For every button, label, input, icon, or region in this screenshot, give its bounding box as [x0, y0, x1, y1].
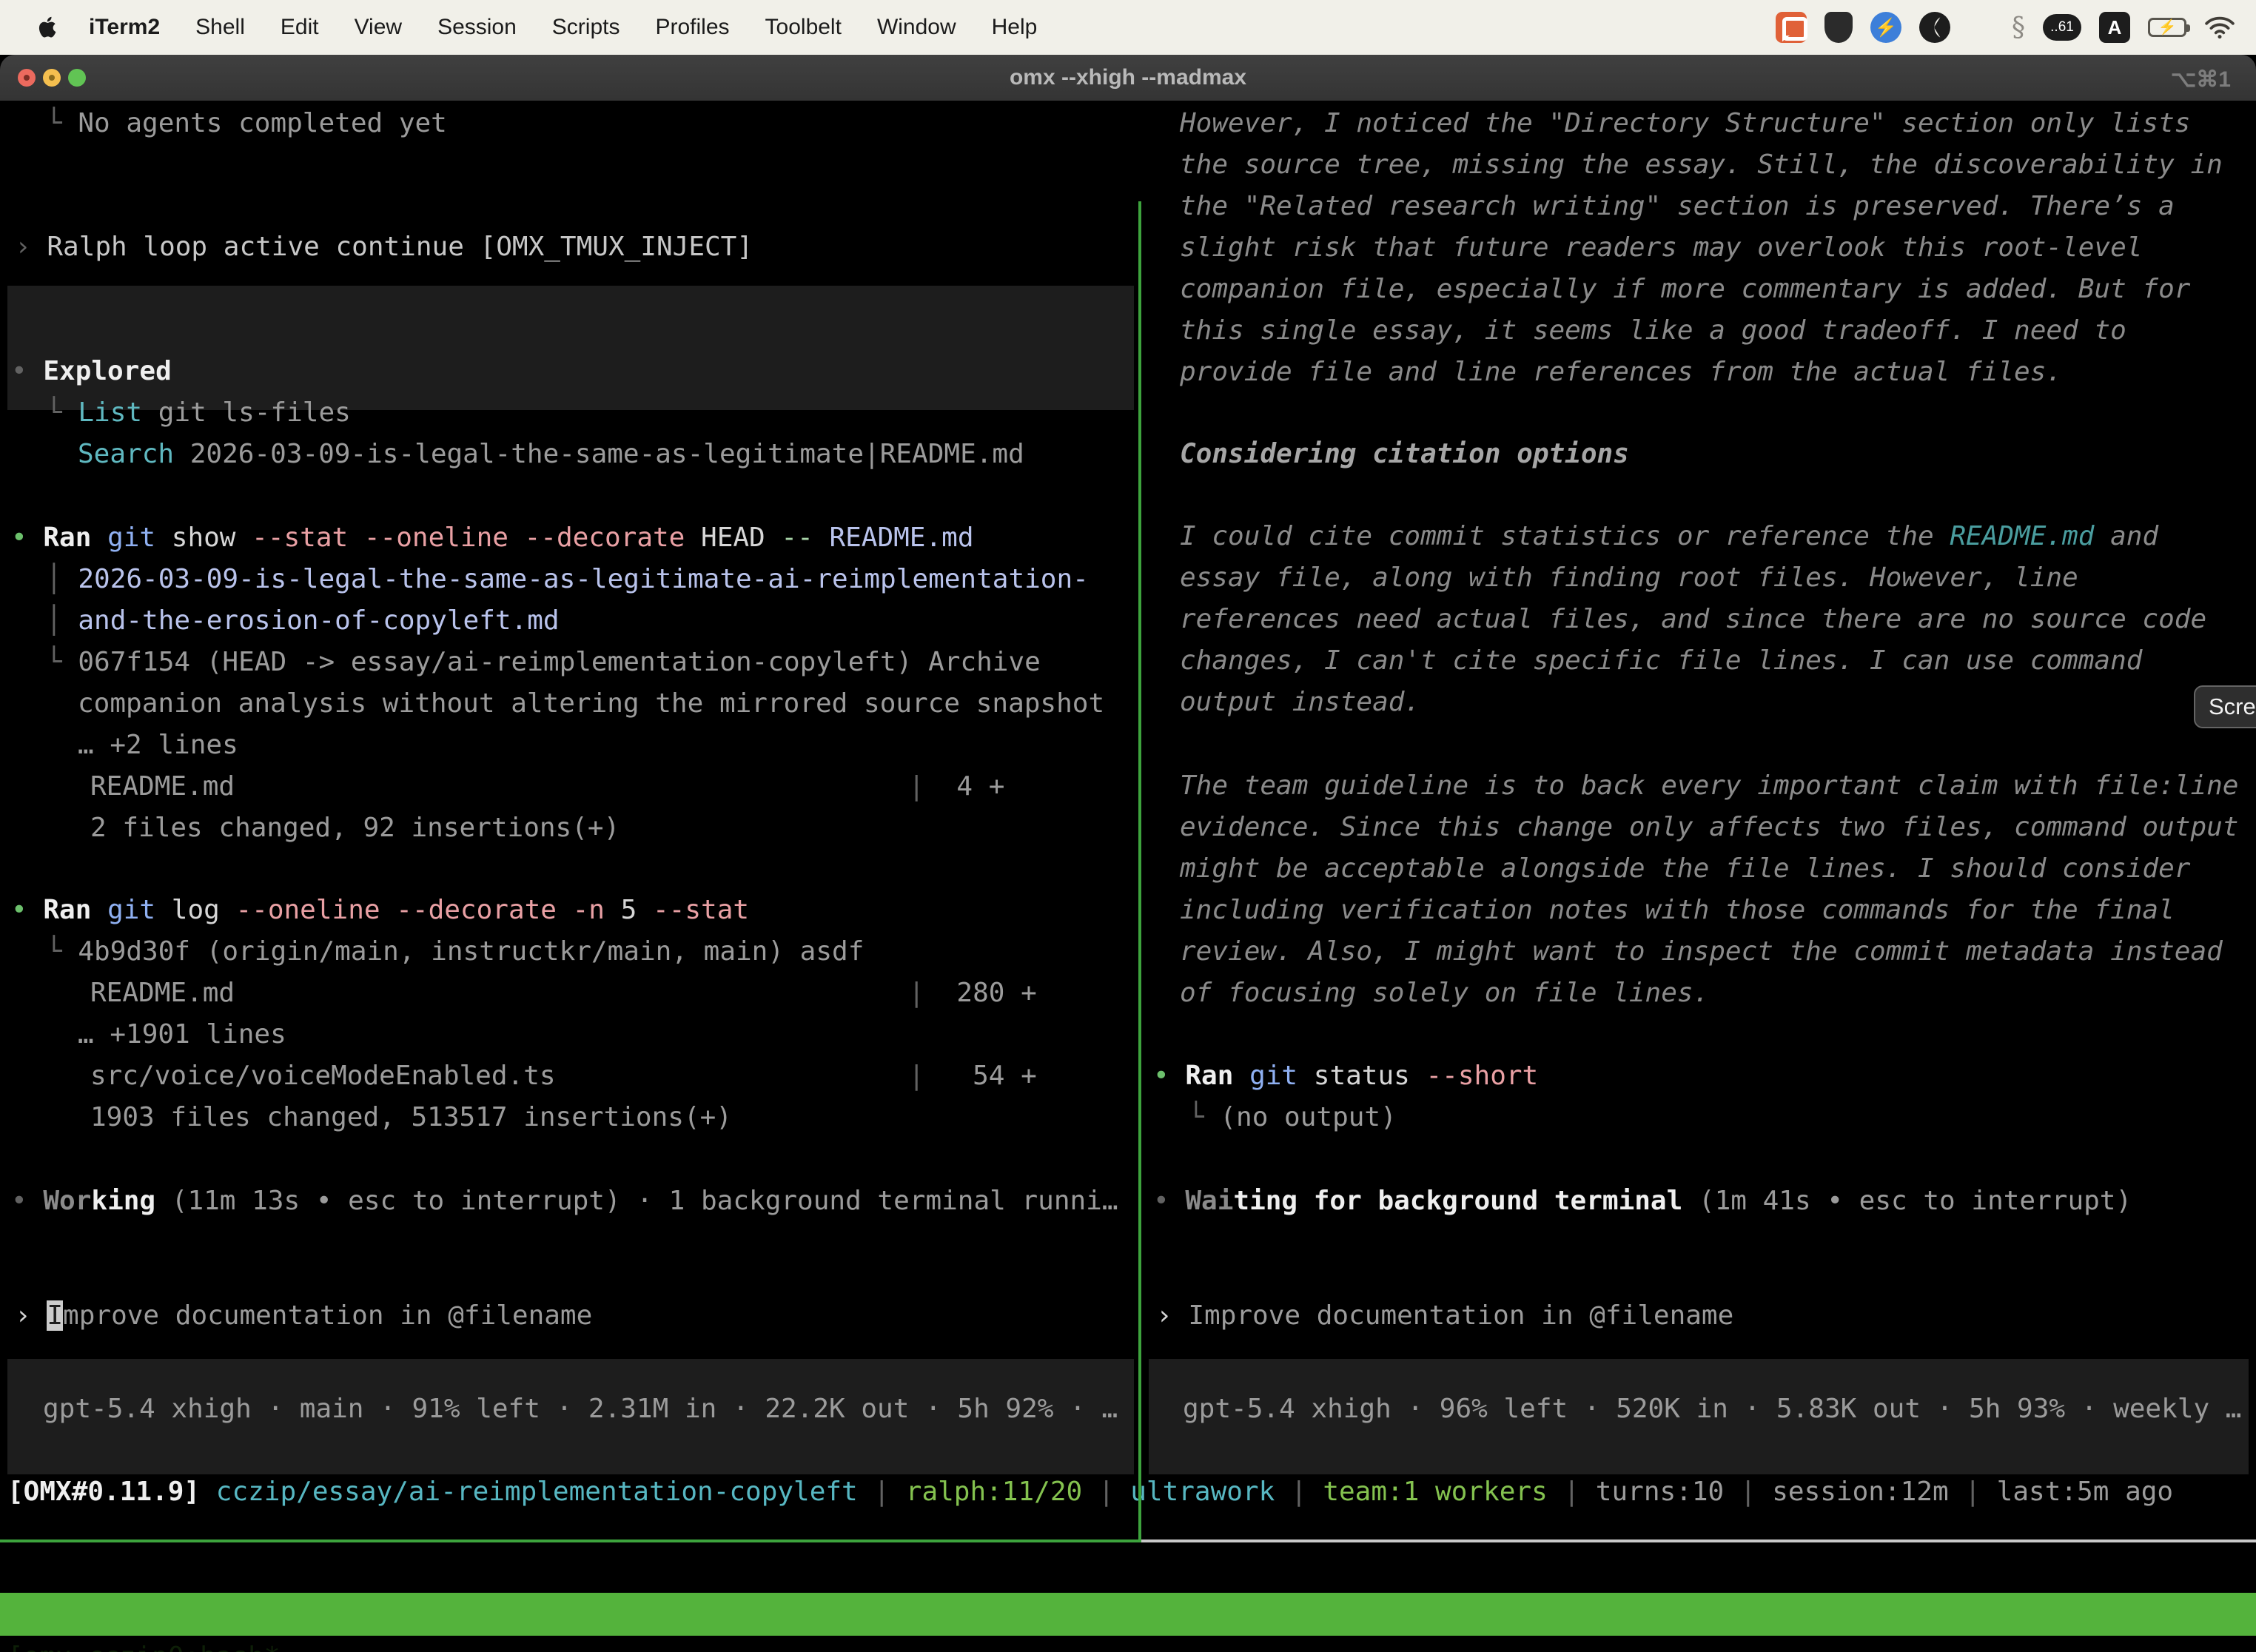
window-title: omx --xhigh --madmax: [0, 65, 2256, 90]
right-model-status: gpt-5.4 xhigh · 96% left · 520K in · 5.8…: [1183, 1394, 2241, 1424]
reasoning-line: including verification notes with those …: [1180, 896, 2175, 925]
ralph-loop-line: › Ralph loop active continue [OMX_TMUX_I…: [15, 232, 753, 262]
count-pill[interactable]: ..61: [2043, 14, 2081, 41]
ralph-loop-box: [7, 286, 1134, 410]
reasoning-line: references need actual files, and since …: [1180, 605, 2206, 634]
badge-icon[interactable]: ⚡: [1870, 12, 1901, 43]
reasoning-line: essay file, along with finding root file…: [1180, 563, 2078, 593]
window-title-bar: omx --xhigh --madmax ⌥⌘1: [0, 55, 2256, 101]
log-commit: └ 4b9d30f (origin/main, instructkr/main,…: [46, 937, 864, 967]
left-model-status: gpt-5.4 xhigh · main · 91% left · 2.31M …: [43, 1394, 1118, 1424]
show-stat-readme: README.md | 4 +: [90, 772, 1004, 802]
menu-item-view[interactable]: View: [355, 15, 402, 40]
menu-items: iTerm2 Shell Edit View Session Scripts Profile…: [89, 15, 1037, 40]
reasoning-line: However, I noticed the "Directory Struct…: [1180, 109, 2190, 138]
menu-item-scripts[interactable]: Scripts: [552, 15, 620, 40]
apple-menu-icon[interactable]: [37, 15, 59, 40]
reasoning-line: changes, I can't cite specific file line…: [1180, 646, 2142, 676]
reasoning-line: output instead.: [1180, 688, 1420, 717]
reasoning-line: I could cite commit statistics or refere…: [1180, 522, 2158, 551]
show-commit: └ 067f154 (HEAD -> essay/ai-reimplementa…: [46, 648, 1041, 677]
reasoning-heading: Considering citation options: [1180, 440, 1629, 469]
reasoning-line: of focusing solely on file lines.: [1180, 978, 1709, 1008]
log-stat-voice: src/voice/voiceModeEnabled.ts | 54 +: [90, 1061, 1037, 1091]
window-shortcut-badge: ⌥⌘1: [2171, 67, 2231, 93]
explored-header: • Explored: [11, 357, 172, 386]
explored-search: Search 2026-03-09-is-legal-the-same-as-l…: [78, 440, 1024, 469]
menu-item-iterm2[interactable]: iTerm2: [89, 15, 160, 40]
battery-icon[interactable]: ⚡: [2148, 18, 2186, 37]
chat-icon[interactable]: [1776, 12, 1807, 43]
dot-grid-icon[interactable]: [1968, 15, 1994, 41]
reasoning-line: evidence. Since this change only affects…: [1180, 813, 2238, 842]
show-filename-2: │ and-the-erosion-of-copyleft.md: [46, 606, 560, 636]
left-pane-border: [0, 1539, 1141, 1542]
menu-item-profiles[interactable]: Profiles: [655, 15, 729, 40]
reasoning-line: the source tree, missing the essay. Stil…: [1180, 150, 2223, 180]
show-more-lines: … +2 lines: [78, 731, 238, 760]
pane-divider[interactable]: [1138, 201, 1141, 1542]
reasoning-line: might be acceptable alongside the file l…: [1180, 854, 2190, 884]
tmux-session-label[interactable]: [omx-cczip0:bash*: [7, 1636, 280, 1652]
menu-item-edit[interactable]: Edit: [281, 15, 319, 40]
squiggle-icon[interactable]: §: [2012, 13, 2025, 43]
menu-item-session[interactable]: Session: [437, 15, 517, 40]
log-stat-readme: README.md | 280 +: [90, 978, 1037, 1008]
ran-git-log: • Ran git log --oneline --decorate -n 5 …: [11, 896, 749, 925]
menu-bar: iTerm2 Shell Edit View Session Scripts Profile…: [0, 0, 2256, 55]
ran-git-show: • Ran git show --stat --oneline --decora…: [11, 523, 974, 553]
menu-item-shell[interactable]: Shell: [195, 15, 245, 40]
log-stat-summary: 1903 files changed, 513517 insertions(+): [90, 1103, 732, 1132]
reasoning-line: companion file, especially if more comme…: [1180, 275, 2190, 304]
log-more-lines: … +1901 lines: [78, 1020, 286, 1050]
crescent-icon[interactable]: [1919, 12, 1950, 43]
explored-list: └ List git ls-files: [46, 398, 351, 428]
omx-status-line: [OMX#0.11.9] cczip/essay/ai-reimplementa…: [7, 1477, 2173, 1507]
working-status: • Working (11m 13s • esc to interrupt) ·…: [11, 1186, 1118, 1216]
show-filename-1: │ 2026-03-09-is-legal-the-same-as-legiti…: [46, 565, 1089, 594]
no-agents-line: └ No agents completed yet: [46, 109, 447, 138]
reasoning-line: review. Also, I might want to inspect th…: [1180, 937, 2223, 967]
shield-icon[interactable]: [1824, 12, 1853, 43]
menu-item-window[interactable]: Window: [877, 15, 956, 40]
ran-git-status: • Ran git status --short: [1153, 1061, 1538, 1091]
reasoning-line: slight risk that future readers may over…: [1180, 233, 2142, 263]
reasoning-line: this single essay, it seems like a good …: [1180, 316, 2126, 346]
wifi-icon[interactable]: [2204, 16, 2235, 39]
left-prompt-text: › Improve documentation in @filename: [15, 1301, 592, 1331]
status-output: └ (no output): [1188, 1103, 1397, 1132]
screen-tooltip: Scre: [2194, 685, 2256, 728]
reasoning-line: the "Related research writing" section i…: [1180, 192, 2175, 221]
input-source-a[interactable]: A: [2099, 12, 2130, 43]
menubar-status-area: ⚡ § ..61 A ⚡: [1776, 12, 2235, 43]
waiting-status: • Waiting for background terminal (1m 41…: [1153, 1186, 2132, 1216]
terminal-content: └ No agents completed yet › Ralph loop ac…: [0, 101, 2256, 1652]
right-pane-border: [1141, 1539, 2256, 1542]
reasoning-line: provide file and line references from th…: [1180, 357, 2062, 387]
show-commit-2: companion analysis without altering the …: [78, 689, 1104, 719]
show-stat-summary: 2 files changed, 92 insertions(+): [90, 813, 620, 843]
right-prompt-text: › Improve documentation in @filename: [1156, 1301, 1733, 1331]
menu-item-help[interactable]: Help: [992, 15, 1038, 40]
menu-item-toolbelt[interactable]: Toolbelt: [765, 15, 842, 40]
tmux-status-bar: [omx-cczip0:bash* "MacBook-Pro-44.local"…: [0, 1593, 2256, 1636]
reasoning-line: The team guideline is to back every impo…: [1180, 771, 2238, 801]
